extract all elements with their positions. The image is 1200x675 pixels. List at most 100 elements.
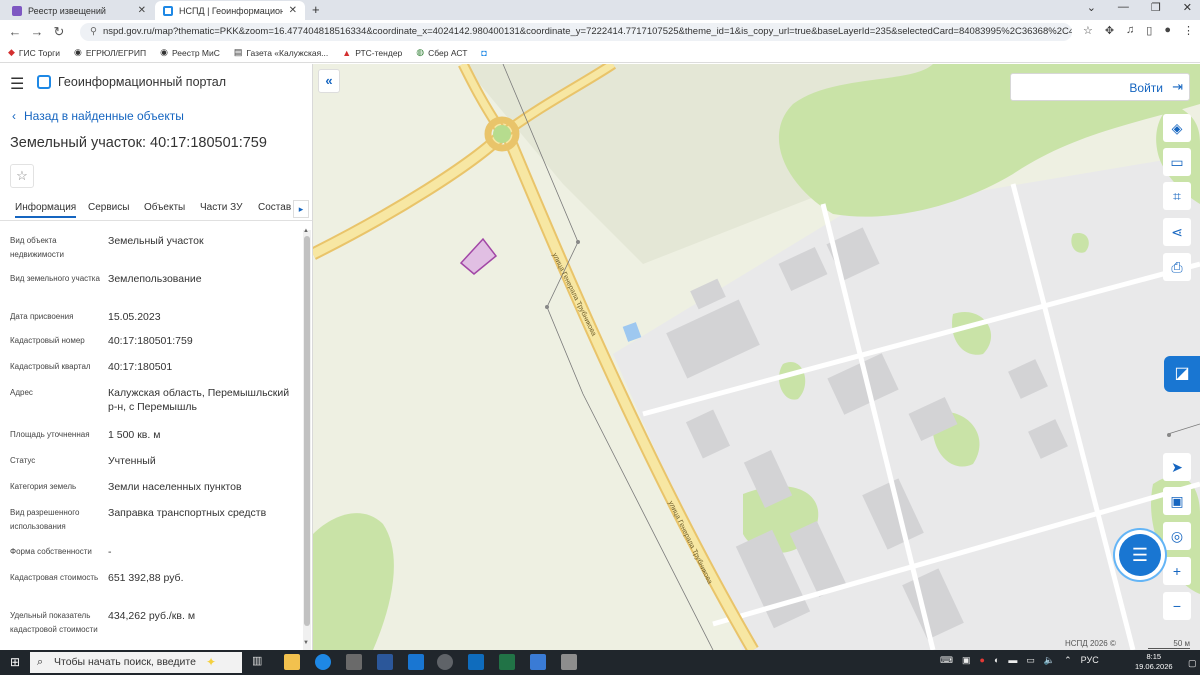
- locate-icon[interactable]: ➤: [1163, 453, 1191, 481]
- help-panel-icon[interactable]: ◪: [1164, 356, 1200, 392]
- bookmark-gis-torgi[interactable]: ◆ ГИС Торги: [8, 47, 60, 58]
- print-icon[interactable]: ⎙: [1163, 253, 1191, 281]
- url-field[interactable]: ⚲ nspd.gov.ru/map?thematic=PKK&zoom=16.47…: [80, 23, 1072, 41]
- bookmark-reestr-mis[interactable]: ◉ Реестр МиС: [160, 47, 220, 58]
- rts-icon: ▲: [342, 47, 352, 58]
- new-tab-icon[interactable]: +: [312, 2, 320, 17]
- tab-parts[interactable]: Части ЗУ: [200, 202, 242, 213]
- hamburger-menu-icon[interactable]: ☰: [10, 74, 24, 94]
- system-clock[interactable]: 8:15 19.06.2026: [1135, 652, 1173, 672]
- property-value: Учтенный: [108, 455, 156, 467]
- network-icon[interactable]: ▭: [1026, 655, 1035, 666]
- zoom-out-icon[interactable]: −: [1163, 592, 1191, 620]
- favorite-star-icon[interactable]: ☆: [10, 164, 34, 188]
- site-info-icon[interactable]: ⚲: [90, 26, 97, 37]
- back-to-results-link[interactable]: ‹ Назад в найденные объекты: [12, 109, 192, 123]
- chrome-icon[interactable]: [437, 654, 453, 670]
- green-area: [313, 513, 394, 650]
- property-value: 15.05.2023: [108, 311, 161, 323]
- browser-tab-registry[interactable]: Реестр извещений ✕: [4, 1, 154, 20]
- bookmark-unnamed[interactable]: ◘: [481, 48, 486, 58]
- excel-icon[interactable]: [499, 654, 515, 670]
- windows-start-icon[interactable]: ⊞: [10, 655, 20, 669]
- system-tray: ⌨ ▣ ● ◐ ▬ ▭ 🔈 ⌃ РУС: [940, 655, 1099, 666]
- antivirus-icon[interactable]: ●: [980, 655, 985, 666]
- reload-icon[interactable]: ↻: [48, 24, 70, 40]
- close-tab-icon[interactable]: ✕: [289, 5, 297, 16]
- search-icon: ⌕: [37, 656, 44, 668]
- store-icon[interactable]: [346, 654, 362, 670]
- notifications-icon[interactable]: ▢: [1188, 658, 1197, 669]
- select-area-icon[interactable]: ⌗: [1163, 182, 1191, 210]
- tab-information[interactable]: Информация: [15, 202, 77, 218]
- tray-chevron-icon[interactable]: ⌃: [1064, 655, 1072, 666]
- tabs-scroll-right-icon[interactable]: ▸: [293, 200, 309, 218]
- speaker-icon[interactable]: 🔈: [1044, 655, 1055, 666]
- browser-tab-nspd[interactable]: НСПД | Геоинформационный п ✕: [155, 1, 305, 20]
- mail-icon[interactable]: [408, 654, 424, 670]
- tab-search-icon[interactable]: ⌄: [1087, 1, 1096, 14]
- tab-services[interactable]: Сервисы: [88, 202, 129, 213]
- zoom-in-icon[interactable]: +: [1163, 557, 1191, 585]
- close-window-icon[interactable]: ✕: [1183, 1, 1192, 14]
- calculator-icon[interactable]: [530, 654, 546, 670]
- object-title: Земельный участок: 40:17:180501:759: [10, 135, 267, 151]
- forward-icon[interactable]: →: [26, 24, 48, 39]
- ruler-icon[interactable]: ▭: [1163, 148, 1191, 176]
- map-scale: 50 м: [1148, 639, 1190, 649]
- bookmark-egrul[interactable]: ◉ ЕГРЮЛ/ЕГРИП: [74, 47, 146, 58]
- property-value: -: [108, 546, 112, 558]
- bookmark-gazeta[interactable]: ▤ Газета «Калужская...: [234, 47, 328, 58]
- bookmarks-bar: ◆ ГИС Торги ◉ ЕГРЮЛ/ЕГРИП ◉ Реестр МиС ▤ Газ…: [0, 43, 1200, 63]
- tray-app-icon[interactable]: ▬: [1008, 655, 1017, 666]
- address-bar-row: ← → ↻ ⚲ nspd.gov.ru/map?thematic=PKK&zoom…: [0, 20, 1200, 43]
- bookmark-star-icon[interactable]: ☆: [1083, 24, 1093, 37]
- info-tabs: Информация Сервисы Объекты Части ЗУ Сост…: [0, 197, 312, 221]
- task-view-icon[interactable]: ▥: [252, 654, 268, 670]
- favorites-icon[interactable]: ♫: [1126, 24, 1134, 37]
- scrollbar-thumb[interactable]: [304, 236, 310, 626]
- collapse-panel-button[interactable]: «: [318, 69, 340, 93]
- nspd-favicon-icon: [163, 5, 173, 16]
- property-value: Калужская область, Перемышльский р-н, с …: [108, 387, 290, 413]
- minimize-icon[interactable]: —: [1118, 1, 1129, 14]
- chat-assistant-icon[interactable]: ☰: [1119, 534, 1161, 576]
- tab-title: Реестр извещений: [28, 5, 106, 16]
- language-indicator[interactable]: РУС: [1081, 655, 1099, 666]
- keyboard-icon[interactable]: ⌨: [940, 655, 953, 666]
- tray-app-icon[interactable]: ▣: [962, 655, 971, 666]
- property-value: 1 500 кв. м: [108, 429, 161, 441]
- property-label: Кадастровый номер: [10, 336, 85, 345]
- map-canvas[interactable]: улица Генерала Трубникова улица Генерала…: [313, 64, 1200, 650]
- outlook-icon[interactable]: [468, 654, 484, 670]
- login-button[interactable]: Войти: [1129, 81, 1163, 95]
- scroll-up-icon[interactable]: ▲: [303, 228, 309, 234]
- share-icon[interactable]: ⋖: [1163, 218, 1191, 246]
- word-icon[interactable]: [377, 654, 393, 670]
- app-icon[interactable]: [561, 654, 577, 670]
- bookmark-sber-ast[interactable]: ◍ Сбер АСТ: [416, 47, 467, 58]
- search-map-icon[interactable]: ◎: [1163, 522, 1191, 550]
- minimap-icon[interactable]: ▣: [1163, 487, 1191, 515]
- window-controls: ⌄ — ❐ ✕: [1087, 1, 1192, 14]
- globe-icon: ◉: [73, 47, 82, 57]
- layers-icon[interactable]: ◈: [1163, 114, 1191, 142]
- edge-icon[interactable]: [315, 654, 331, 670]
- property-label: Площадь уточненная: [10, 430, 90, 439]
- sidebar-icon[interactable]: ▯: [1146, 24, 1152, 37]
- close-tab-icon[interactable]: ✕: [138, 5, 146, 16]
- tab-composition[interactable]: Состав: [258, 202, 291, 213]
- gis-torgi-icon: ◆: [8, 47, 15, 57]
- scroll-down-icon[interactable]: ▼: [303, 640, 309, 646]
- menu-icon[interactable]: ⋮: [1183, 24, 1194, 37]
- login-icon[interactable]: ⇥: [1172, 79, 1183, 95]
- panel-scrollbar[interactable]: ▲ ▼: [303, 228, 311, 650]
- profile-icon[interactable]: ●: [1164, 24, 1171, 37]
- back-icon[interactable]: ←: [4, 24, 26, 39]
- maximize-icon[interactable]: ❐: [1151, 1, 1161, 14]
- tray-app-icon[interactable]: ◐: [994, 655, 999, 666]
- tab-objects[interactable]: Объекты: [144, 202, 185, 213]
- bookmark-rts[interactable]: ▲ РТС-тендер: [342, 48, 402, 58]
- file-explorer-icon[interactable]: [284, 654, 300, 670]
- extensions-icon[interactable]: ✥: [1105, 24, 1114, 37]
